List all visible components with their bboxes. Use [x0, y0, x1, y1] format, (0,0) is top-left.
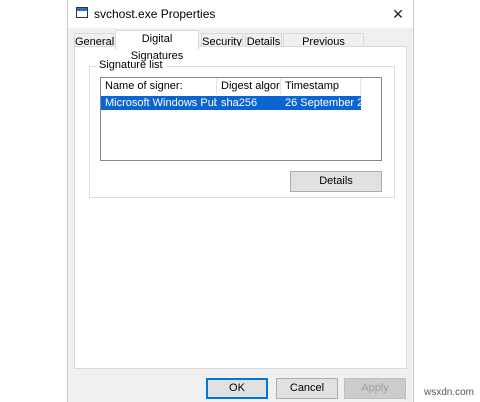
details-button[interactable]: Details [290, 171, 382, 192]
watermark-text: wsxdn.com [423, 387, 474, 398]
timestamp-cell: 26 September 20... [285, 97, 361, 109]
window-title: svchost.exe Properties [94, 7, 216, 21]
title-bar: svchost.exe Properties ✕ [68, 0, 413, 28]
properties-dialog: svchost.exe Properties ✕ General Digital… [67, 0, 414, 402]
table-row[interactable]: Microsoft Windows Publisher sha256 26 Se… [101, 96, 361, 110]
tab-digital-signatures[interactable]: Digital Signatures [115, 30, 199, 62]
column-header-timestamp[interactable]: Timestamp [281, 78, 361, 95]
signature-list-group: Signature list Name of signer: Digest al… [89, 59, 395, 198]
apply-button[interactable]: Apply [344, 378, 406, 399]
signer-cell: Microsoft Windows Publisher [105, 97, 217, 109]
close-button[interactable]: ✕ [383, 0, 413, 28]
column-header-digest[interactable]: Digest algorit... [217, 78, 281, 95]
listview-header: Name of signer: Digest algorit... Timest… [101, 78, 381, 95]
column-header-signer[interactable]: Name of signer: [101, 78, 217, 95]
window-icon [76, 7, 88, 18]
tab-panel: Signature list Name of signer: Digest al… [74, 46, 407, 369]
cancel-button[interactable]: Cancel [276, 378, 338, 399]
ok-button[interactable]: OK [206, 378, 268, 399]
digest-cell: sha256 [221, 97, 258, 109]
signature-listview[interactable]: Name of signer: Digest algorit... Timest… [100, 77, 382, 161]
